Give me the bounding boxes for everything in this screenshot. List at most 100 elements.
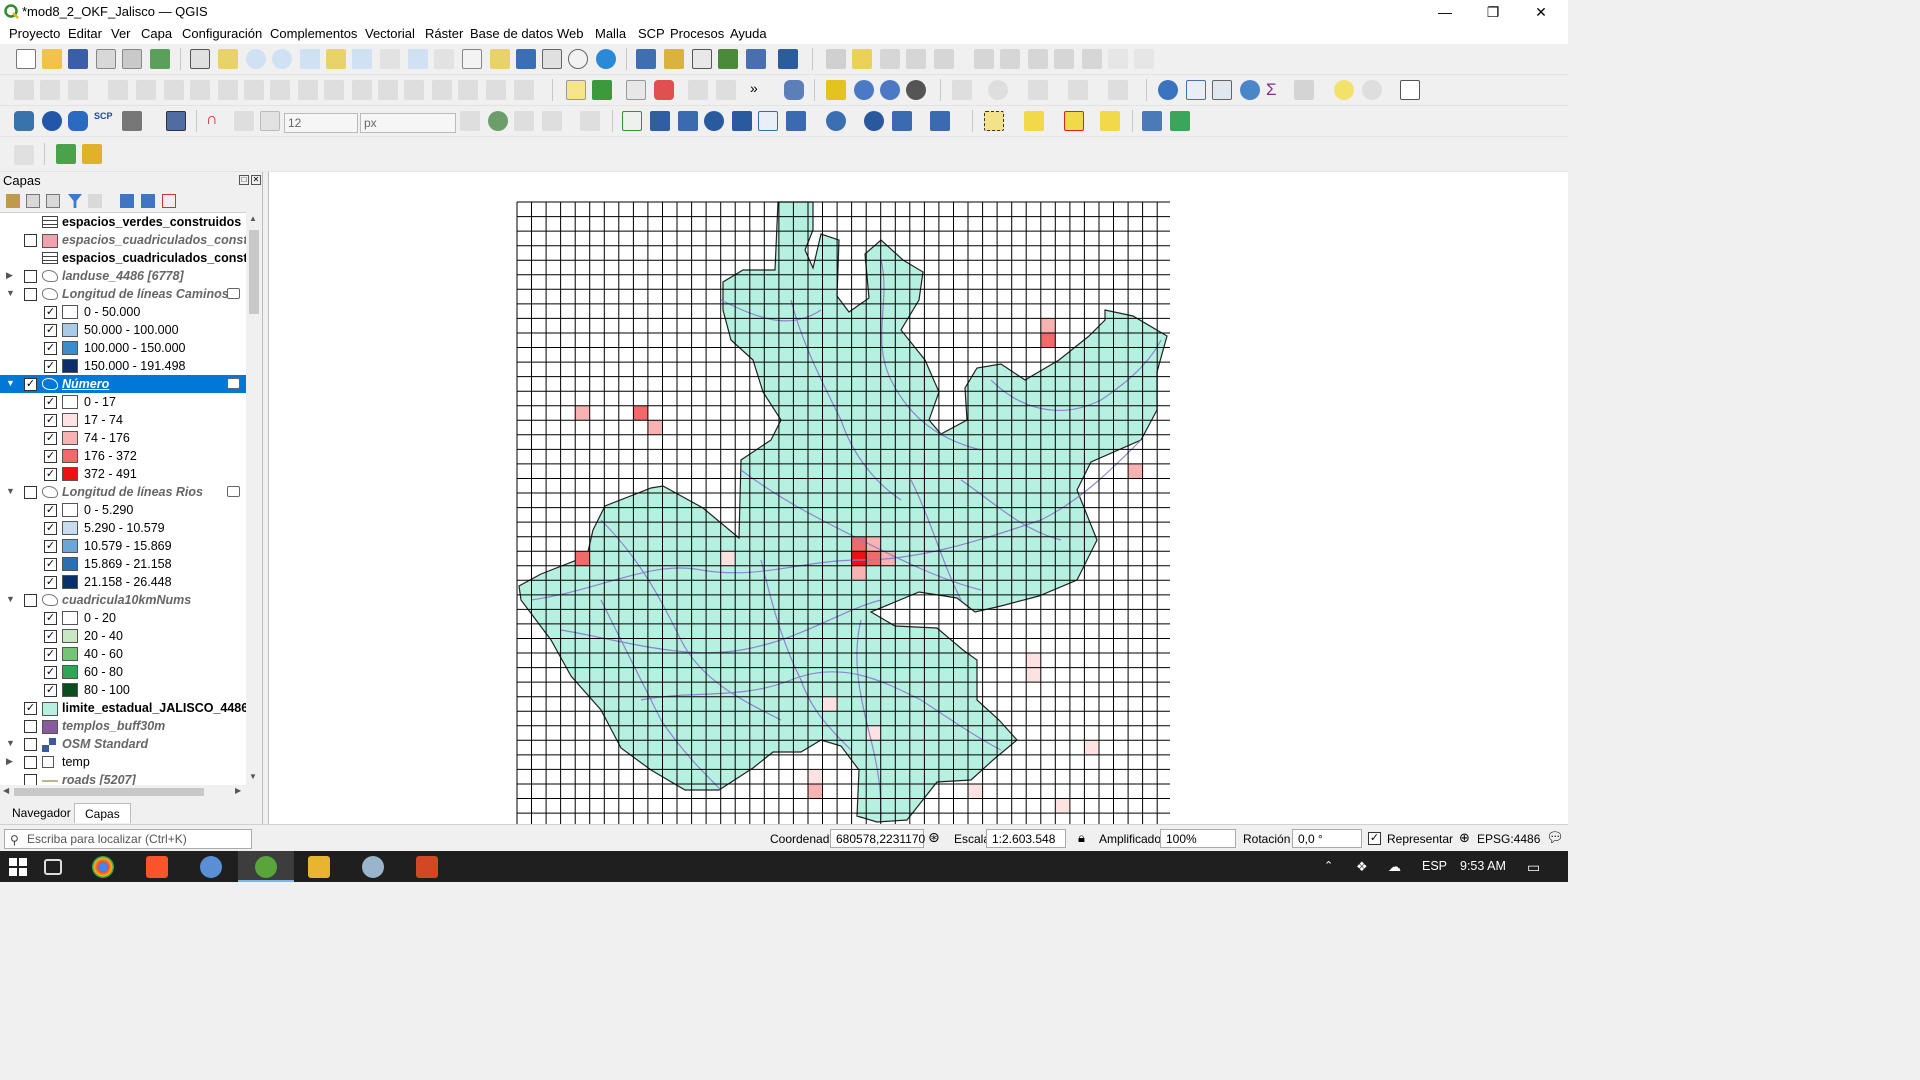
snapping-mode-icon[interactable] [234, 111, 254, 131]
menu-scp[interactable]: SCP [634, 24, 669, 43]
quick-search-icon[interactable] [56, 144, 76, 164]
layer-checkbox[interactable]: ✓ [44, 396, 57, 409]
check-geometry-icon[interactable] [622, 111, 642, 131]
deselect-icon[interactable] [1064, 111, 1084, 131]
open-project-icon[interactable] [42, 49, 62, 69]
plugin-tool-b-icon[interactable] [1170, 111, 1190, 131]
select-features-icon[interactable] [984, 111, 1004, 131]
layout-manager-icon[interactable] [122, 49, 142, 69]
merge-features-icon[interactable] [404, 80, 424, 100]
new-print-layout-icon[interactable] [96, 49, 116, 69]
topology-icon[interactable] [460, 111, 480, 131]
open-styling-icon[interactable] [6, 194, 20, 208]
cut-features-icon[interactable] [1028, 49, 1048, 69]
plugin-tool-a-icon[interactable] [1142, 111, 1162, 131]
locator-search-input[interactable]: Escriba para localizar (Ctrl+K) [4, 829, 252, 849]
split-features-icon[interactable] [352, 80, 372, 100]
r-studio-icon[interactable] [200, 856, 222, 878]
layer-checkbox[interactable]: ✓ [44, 306, 57, 319]
add-circular-string-icon[interactable] [40, 80, 60, 100]
scroll-down-icon[interactable]: ▼ [249, 772, 257, 781]
layer-checkbox[interactable] [24, 756, 37, 769]
move-feature-icon[interactable] [68, 80, 88, 100]
undo-icon[interactable] [1108, 49, 1128, 69]
manage-visibility-icon[interactable] [46, 194, 60, 208]
notifications-icon[interactable]: ▭ [1527, 859, 1540, 876]
layer-row[interactable]: ▶ temp [0, 753, 246, 771]
delete-ring-icon[interactable] [244, 80, 264, 100]
legend-item[interactable]: ✓ 10.579 - 15.869 [0, 537, 246, 555]
legend-item[interactable]: ✓ 100.000 - 150.000 [0, 339, 246, 357]
vector-edit-icon[interactable] [732, 111, 752, 131]
render-checkbox[interactable]: ✓ [1368, 832, 1381, 845]
clock-icon[interactable] [568, 49, 588, 69]
scale-combo[interactable]: 1:2.603.548 [986, 829, 1066, 848]
layer-checkbox[interactable]: ✓ [24, 702, 37, 715]
new-map-view-icon[interactable] [462, 49, 482, 69]
collapse-arrow-icon[interactable]: ▼ [6, 288, 16, 298]
delete-selected-icon[interactable] [1000, 49, 1020, 69]
offset-point-icon[interactable] [486, 80, 506, 100]
globe-lock-icon[interactable] [930, 111, 950, 131]
pan-hand-icon[interactable] [190, 49, 210, 69]
legend-item[interactable]: ✓ 0 - 17 [0, 393, 246, 411]
field-calculator-icon[interactable] [1212, 80, 1232, 100]
close-panel-icon[interactable]: ✕ [251, 175, 261, 185]
layer-checkbox[interactable] [24, 738, 37, 751]
reshape-icon[interactable] [298, 80, 318, 100]
add-part-icon[interactable] [190, 80, 210, 100]
split-parts-icon[interactable] [378, 80, 398, 100]
tab-navegador[interactable]: Navegador [2, 803, 81, 823]
save-project-icon[interactable] [68, 49, 88, 69]
processing-toolbox-icon[interactable] [1240, 80, 1260, 100]
collapse-all-icon[interactable] [141, 194, 155, 208]
legend-item[interactable]: ✓ 80 - 100 [0, 681, 246, 699]
zoom-layer-icon[interactable] [352, 49, 372, 69]
menu-procesos[interactable]: Procesos [666, 24, 728, 43]
add-group-icon[interactable] [26, 194, 40, 208]
layer-checkbox[interactable] [24, 594, 37, 607]
layer-checkbox[interactable]: ✓ [44, 576, 57, 589]
python-console-icon[interactable] [14, 111, 34, 131]
collapse-arrow-icon[interactable]: ▼ [6, 378, 16, 388]
fill-ring-icon[interactable] [218, 80, 238, 100]
powerpoint-icon[interactable] [416, 856, 438, 878]
legend-item[interactable]: ✓ 50.000 - 100.000 [0, 321, 246, 339]
layer-row[interactable]: espacios_verdes_construidos [0, 213, 246, 231]
hscroll-thumb[interactable] [14, 788, 204, 796]
task-view-icon[interactable] [44, 859, 62, 875]
plugin-wave-icon[interactable] [68, 111, 88, 131]
map-canvas[interactable] [268, 172, 1568, 824]
difference-icon[interactable] [1108, 80, 1128, 100]
menu-editar[interactable]: Editar [64, 24, 106, 43]
menu-base-de-datos[interactable]: Base de datos [466, 24, 557, 43]
move-label-icon[interactable] [716, 80, 736, 100]
menu-web[interactable]: Web [553, 24, 588, 43]
qgis-taskbar-button[interactable] [238, 851, 294, 882]
style-manager-icon[interactable] [150, 49, 170, 69]
zoom-next-icon[interactable] [434, 49, 454, 69]
restore-button[interactable]: ❐ [1470, 0, 1516, 24]
legend-item[interactable]: ✓ 60 - 80 [0, 663, 246, 681]
raster-tool-icon[interactable] [678, 111, 698, 131]
zoom-in-icon[interactable] [246, 49, 266, 69]
web-globe-icon[interactable] [880, 80, 900, 100]
layer-checkbox[interactable] [24, 288, 37, 301]
add-vector-icon[interactable] [664, 49, 684, 69]
legend-item[interactable]: ✓ 0 - 50.000 [0, 303, 246, 321]
label-tool-icon[interactable] [566, 80, 586, 100]
menu-ver[interactable]: Ver [107, 24, 135, 43]
help-icon[interactable] [166, 111, 186, 131]
rotate-symbols-icon[interactable] [458, 80, 478, 100]
union-icon[interactable] [1068, 80, 1088, 100]
plugin-globe-icon[interactable] [42, 111, 62, 131]
db-manager-icon[interactable] [784, 80, 804, 100]
onedrive-icon[interactable]: ☁ [1388, 859, 1401, 875]
layer-checkbox[interactable]: ✓ [44, 684, 57, 697]
layer-checkbox[interactable]: ✓ [44, 630, 57, 643]
digitize-icon[interactable] [718, 49, 738, 69]
legend-item[interactable]: ✓ 40 - 60 [0, 645, 246, 663]
layer-checkbox[interactable]: ✓ [44, 504, 57, 517]
dropbox-icon[interactable]: ❖ [1356, 859, 1368, 875]
windows-start-icon[interactable] [8, 857, 28, 877]
